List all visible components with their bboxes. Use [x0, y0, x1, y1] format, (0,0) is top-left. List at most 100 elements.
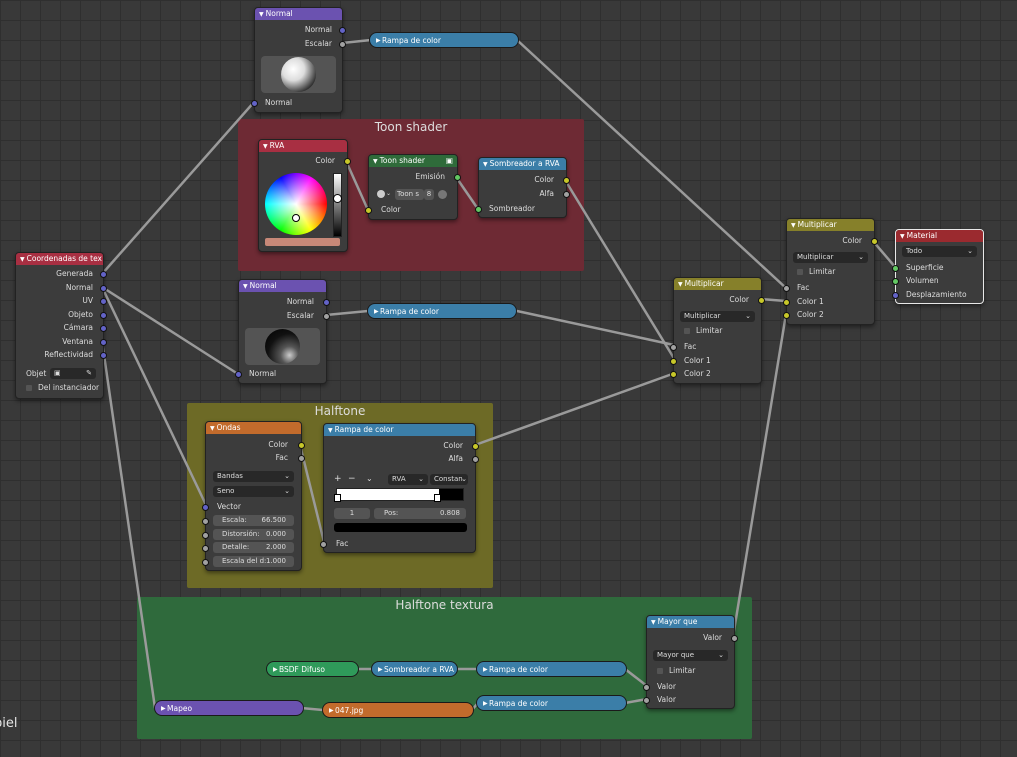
socket[interactable] [202, 518, 209, 525]
wave-profile-dropdown[interactable]: Seno ⌄ [213, 486, 294, 497]
toon-mode-field[interactable]: Toon s [395, 189, 424, 200]
socket[interactable] [475, 206, 482, 213]
remove-stop-button[interactable]: − [348, 474, 356, 484]
shader-to-rgb-node[interactable]: ▼ Sombreador a RVA Color Alfa Sombreador [475, 157, 570, 218]
socket[interactable] [100, 352, 107, 359]
socket[interactable] [339, 27, 346, 34]
socket[interactable] [871, 238, 878, 245]
wave-type-dropdown[interactable]: Bandas ⌄ [213, 471, 294, 482]
scale-field[interactable]: Escala: 66.500 [213, 515, 294, 526]
stop-marker[interactable] [334, 494, 341, 502]
texture-coordinate-node[interactable]: ▼ Coordenadas de tex Generada Normal UV O… [15, 252, 107, 399]
blend-mode-dropdown[interactable]: Multiplicar ⌄ [680, 311, 755, 322]
socket[interactable] [670, 358, 677, 365]
socket[interactable] [758, 297, 765, 304]
stop-index-field[interactable]: 1 [334, 508, 370, 519]
socket[interactable] [202, 545, 209, 552]
color-ramp-collapsed-3[interactable]: ▶ Rampa de color [476, 661, 627, 677]
sphere-icon[interactable] [377, 190, 385, 198]
shield-icon[interactable] [438, 190, 447, 199]
socket[interactable] [202, 559, 209, 566]
socket[interactable] [202, 504, 209, 511]
diffuse-bsdf-collapsed[interactable]: ▶ BSDF Difuso [266, 661, 359, 677]
node-header[interactable]: ▼ Sombreador a RVA [479, 158, 566, 170]
color-wheel[interactable] [265, 173, 327, 235]
dropdown-chevron[interactable]: ⌄ [386, 190, 391, 197]
node-header[interactable]: ▼ Mayor que [647, 616, 734, 628]
socket[interactable] [892, 265, 899, 272]
node-header[interactable]: ▼ Normal [239, 280, 326, 292]
socket[interactable] [472, 443, 479, 450]
socket[interactable] [472, 456, 479, 463]
normal-sphere-preview[interactable] [261, 56, 336, 93]
detail-field[interactable]: Detalle: 2.000 [213, 542, 294, 553]
socket[interactable] [323, 313, 330, 320]
operation-dropdown[interactable]: Mayor que ⌄ [653, 650, 728, 661]
wave-texture-node[interactable]: ▼ Ondas Color Fac Bandas ⌄ Seno ⌄ Vector Es… [202, 421, 305, 571]
socket[interactable] [298, 455, 305, 462]
image-texture-collapsed[interactable]: ▶ 047.jpg [322, 702, 474, 718]
add-stop-button[interactable]: + [334, 474, 342, 484]
clamp-checkbox[interactable] [657, 668, 663, 674]
socket[interactable] [235, 371, 242, 378]
material-output-node[interactable]: ▼ Material Todo ⌄ Superficie Volumen Despl… [892, 229, 984, 304]
socket[interactable] [670, 371, 677, 378]
normal-node-mid[interactable]: ▼ Normal Normal Escalar Normal [235, 279, 330, 384]
multiply-node-1[interactable]: ▼ Multiplicar Color Multiplicar ⌄ Limitar … [670, 277, 765, 384]
node-header[interactable]: ▼ Multiplicar [787, 219, 874, 231]
preview-icon[interactable]: ▣ [446, 155, 453, 167]
socket[interactable] [365, 207, 372, 214]
node-header[interactable]: ▼ Material [896, 230, 983, 242]
normal-sphere-preview[interactable] [245, 328, 320, 365]
ramp-menu-chevron-icon[interactable]: ⌄ [366, 474, 373, 483]
socket[interactable] [251, 100, 258, 107]
socket[interactable] [563, 177, 570, 184]
toon-value-field[interactable]: 8 [424, 189, 434, 200]
color-mode-dropdown[interactable]: RVA ⌄ [388, 474, 428, 485]
socket[interactable] [320, 541, 327, 548]
socket[interactable] [100, 298, 107, 305]
socket[interactable] [100, 312, 107, 319]
socket[interactable] [202, 532, 209, 539]
mapping-collapsed[interactable]: ▶ Mapeo [154, 700, 304, 716]
clamp-checkbox[interactable] [684, 328, 690, 334]
socket[interactable] [298, 442, 305, 449]
gradient-bar[interactable] [334, 488, 464, 502]
multiply-node-2[interactable]: ▼ Multiplicar Color Multiplicar ⌄ Limitar … [783, 218, 878, 325]
socket[interactable] [783, 299, 790, 306]
greater-than-node[interactable]: ▼ Mayor que Valor Mayor que ⌄ Limitar Valo… [643, 615, 738, 709]
distortion-field[interactable]: Distorsión: 0.000 [213, 529, 294, 540]
socket[interactable] [100, 285, 107, 292]
interpolation-dropdown[interactable]: Constan ⌄ [430, 474, 468, 485]
node-header[interactable]: ▼ Coordenadas de tex [16, 253, 103, 265]
color-ramp-collapsed-2[interactable]: ▶ Rampa de color [367, 303, 517, 319]
instancer-checkbox[interactable] [26, 385, 32, 391]
socket[interactable] [783, 285, 790, 292]
socket[interactable] [892, 292, 899, 299]
socket[interactable] [100, 339, 107, 346]
socket[interactable] [670, 344, 677, 351]
detail-scale-field[interactable]: Escala del d: 1.000 [213, 556, 294, 567]
normal-node-top[interactable]: ▼ Normal Normal Escalar Normal [251, 7, 346, 113]
socket[interactable] [643, 684, 650, 691]
stop-color-swatch[interactable] [334, 523, 467, 532]
socket[interactable] [100, 325, 107, 332]
rgb-node[interactable]: ▼ RVA Color [258, 139, 351, 252]
socket[interactable] [892, 278, 899, 285]
node-header[interactable]: ▼ RVA [259, 140, 347, 152]
node-header[interactable]: ▼ Toon shader ▣ [369, 155, 457, 167]
socket[interactable] [100, 271, 107, 278]
node-header[interactable]: ▼ Rampa de color [324, 424, 475, 436]
shader-to-rgb-collapsed[interactable]: ▶ Sombreador a RVA [371, 661, 458, 677]
socket[interactable] [731, 635, 738, 642]
color-swatch[interactable] [265, 238, 340, 246]
toon-shader-node[interactable]: ▼ Toon shader ▣ Emisión ⌄ Toon s 8 Color [365, 154, 461, 220]
socket[interactable] [563, 191, 570, 198]
stop-position-field[interactable]: Pos: 0.808 [374, 508, 466, 519]
node-header[interactable]: ▼ Normal [255, 8, 342, 20]
object-field[interactable]: ▣ ✎ [50, 368, 96, 379]
socket[interactable] [643, 697, 650, 704]
eyedropper-icon[interactable]: ✎ [86, 368, 92, 379]
socket[interactable] [323, 299, 330, 306]
target-dropdown[interactable]: Todo ⌄ [902, 246, 977, 257]
